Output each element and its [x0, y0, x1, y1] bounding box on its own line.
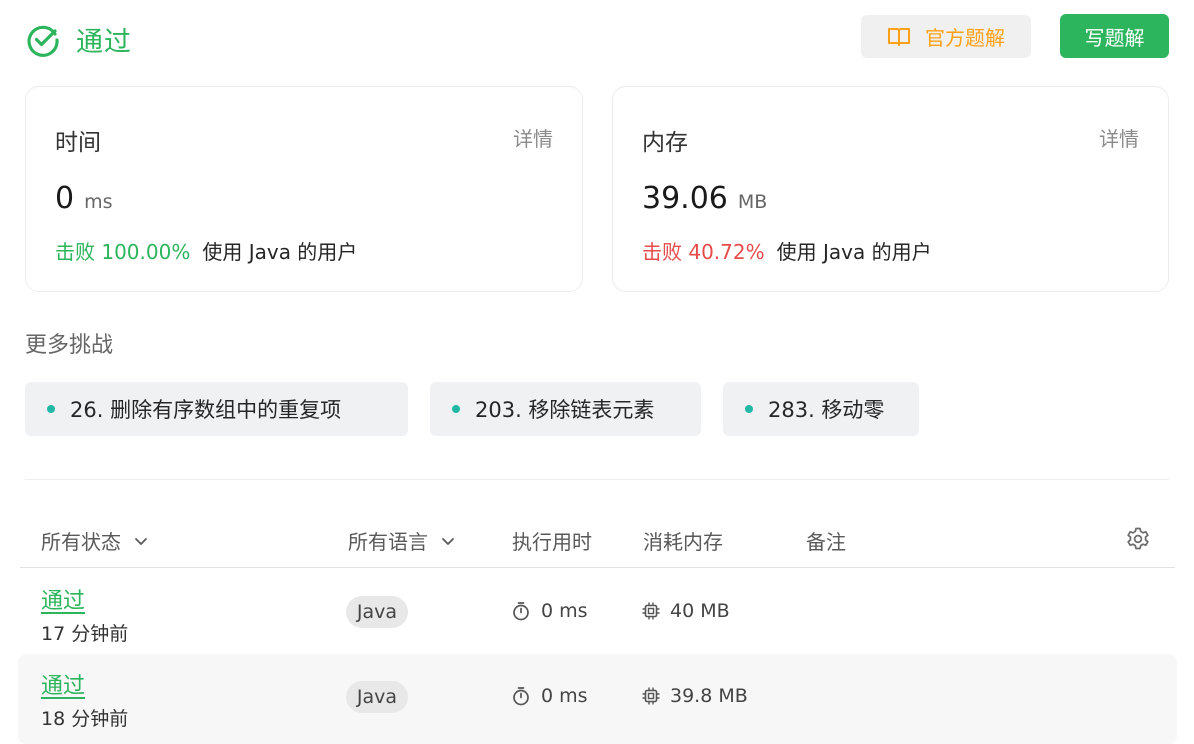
submission-runtime: 0 ms: [511, 600, 588, 622]
write-solution-button[interactable]: 写题解: [1060, 14, 1169, 58]
language-badge: Java: [346, 596, 408, 628]
runtime-value: 0 ms: [55, 181, 113, 216]
memory-beat-text: 使用 Java 的用户: [776, 240, 932, 264]
submission-status-link[interactable]: 通过: [41, 668, 85, 700]
book-icon: [888, 27, 910, 46]
chevron-down-icon: [135, 537, 147, 545]
note-column-header: 备注: [806, 530, 846, 554]
submission-memory: 40 MB: [641, 600, 730, 622]
memory-beat-percent: 击败 40.72%: [642, 240, 765, 264]
challenge-dot: [47, 405, 55, 413]
official-solution-label: 官方题解: [925, 26, 1005, 50]
official-solution-button[interactable]: 官方题解: [861, 15, 1031, 58]
submission-row[interactable]: 通过 17 分钟前 Java 0 ms 40 MB: [18, 569, 1177, 655]
memory-card-title: 内存: [642, 130, 688, 156]
more-challenges-title: 更多挑战: [25, 333, 114, 358]
status-filter-label: 所有状态: [41, 530, 121, 554]
runtime-column-header: 执行用时: [512, 530, 592, 554]
challenge-dot: [452, 405, 460, 413]
submission-memory: 39.8 MB: [641, 685, 748, 707]
check-circle-icon: [27, 25, 59, 57]
memory-text: 40 MB: [670, 600, 730, 622]
table-header-divider: [20, 567, 1175, 568]
language-filter-label: 所有语言: [348, 530, 428, 554]
stopwatch-icon: [513, 602, 529, 621]
challenge-label: 283. 移动零: [768, 398, 885, 422]
memory-number: 39.06: [642, 181, 728, 216]
chevron-down-icon: [442, 537, 454, 545]
status-label: 通过: [76, 27, 132, 58]
memory-text: 39.8 MB: [670, 685, 748, 707]
runtime-detail-link[interactable]: 详情: [513, 123, 553, 152]
challenge-label: 26. 删除有序数组中的重复项: [70, 398, 342, 422]
runtime-beat-text: 使用 Java 的用户: [202, 240, 358, 264]
submission-time-ago: 17 分钟前: [41, 623, 129, 645]
runtime-text: 0 ms: [541, 685, 588, 707]
status-filter[interactable]: 所有状态: [41, 526, 149, 555]
chip-icon: [642, 687, 660, 705]
write-solution-label: 写题解: [1084, 25, 1145, 50]
challenge-dot: [745, 405, 753, 413]
section-divider: [25, 479, 1169, 480]
submission-status-link[interactable]: 通过: [41, 583, 85, 615]
submission-status: 通过: [26, 20, 132, 59]
language-badge: Java: [346, 681, 408, 713]
runtime-text: 0 ms: [541, 600, 588, 622]
chip-icon: [642, 602, 660, 620]
runtime-beat-percent: 击败 100.00%: [55, 240, 191, 264]
runtime-number: 0: [55, 181, 75, 216]
memory-unit: MB: [737, 191, 768, 213]
submission-runtime: 0 ms: [511, 685, 588, 707]
result-header: 通过 官方题解 写题解: [0, 0, 1194, 76]
stopwatch-icon: [513, 687, 529, 706]
memory-column-header: 消耗内存: [643, 530, 723, 554]
runtime-beat: 击败 100.00% 使用 Java 的用户: [55, 236, 357, 265]
runtime-unit: ms: [84, 191, 113, 213]
language-filter[interactable]: 所有语言: [348, 526, 456, 555]
runtime-card: 时间 详情 0 ms 击败 100.00% 使用 Java 的用户: [25, 86, 583, 292]
challenge-chip[interactable]: 203. 移除链表元素: [430, 382, 701, 436]
memory-beat: 击败 40.72% 使用 Java 的用户: [642, 236, 932, 265]
challenge-chip[interactable]: 26. 删除有序数组中的重复项: [25, 382, 408, 436]
submission-row[interactable]: 通过 18 分钟前 Java 0 ms 39.8 MB: [18, 654, 1177, 744]
challenge-chip[interactable]: 283. 移动零: [723, 382, 919, 436]
memory-value: 39.06 MB: [642, 181, 767, 216]
challenge-label: 203. 移除链表元素: [475, 398, 655, 422]
memory-detail-link[interactable]: 详情: [1099, 123, 1139, 152]
submission-time-ago: 18 分钟前: [41, 708, 129, 730]
gear-icon[interactable]: [1125, 526, 1151, 552]
runtime-card-title: 时间: [55, 130, 101, 156]
memory-card: 内存 详情 39.06 MB 击败 40.72% 使用 Java 的用户: [612, 86, 1169, 292]
